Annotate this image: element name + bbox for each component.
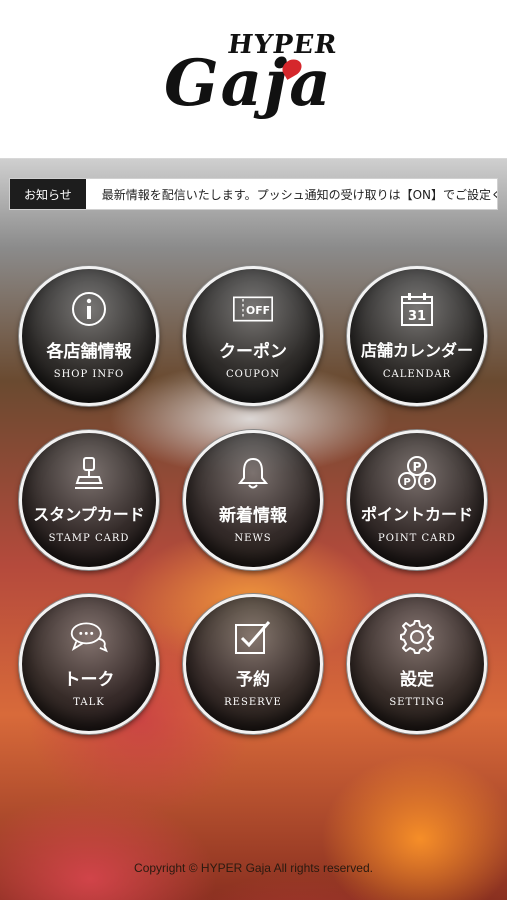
- calendar-icon: 31: [397, 291, 437, 327]
- chat-icon: [69, 619, 109, 655]
- talk-button[interactable]: トーク TALK: [19, 594, 159, 734]
- copyright-text: Copyright © HYPER Gaja All rights reserv…: [134, 861, 373, 875]
- coupon-icon: OFF: [233, 291, 273, 327]
- app-header: HYPER Gaja: [0, 0, 507, 159]
- point-icon-text: P: [413, 460, 422, 474]
- shop-info-sublabel: SHOP INFO: [53, 369, 125, 380]
- stamp-card-sublabel: STAMP CARD: [48, 533, 130, 544]
- reserve-button[interactable]: 予約 RESERVE: [183, 594, 323, 734]
- coupon-label: クーポン: [219, 342, 287, 362]
- news-label: 新着情報: [219, 506, 287, 526]
- coupon-sublabel: COUPON: [226, 369, 280, 380]
- stamp-card-label: スタンプカード: [33, 505, 145, 524]
- talk-label: トーク: [63, 670, 115, 690]
- news-ticker[interactable]: お知らせ 最新情報を配信いたします。プッシュ通知の受け取りは【ON】でご設定くだ…: [9, 178, 498, 210]
- point-icon-text: P: [403, 477, 410, 488]
- stamp-icon: [69, 455, 109, 491]
- point-card-sublabel: POINT CARD: [378, 533, 456, 544]
- news-tag: お知らせ: [10, 179, 86, 209]
- calendar-icon-text: 31: [408, 309, 426, 324]
- bell-icon: [233, 455, 273, 491]
- news-sublabel: NEWS: [234, 533, 272, 544]
- gear-icon: [397, 619, 437, 655]
- shop-info-button[interactable]: 各店舗情報 SHOP INFO: [19, 266, 159, 406]
- point-card-button[interactable]: PPP ポイントカード POINT CARD: [347, 430, 487, 570]
- checkbox-icon: [233, 619, 273, 655]
- calendar-sublabel: CALENDAR: [382, 369, 452, 380]
- point-icon-text: P: [423, 477, 430, 488]
- info-icon: [69, 291, 109, 327]
- coupon-icon-text: OFF: [246, 304, 270, 317]
- point-icon: PPP: [397, 455, 437, 491]
- setting-sublabel: SETTING: [389, 697, 445, 708]
- stamp-card-button[interactable]: スタンプカード STAMP CARD: [19, 430, 159, 570]
- calendar-button[interactable]: 31 店舗カレンダー CALENDAR: [347, 266, 487, 406]
- reserve-sublabel: RESERVE: [224, 697, 282, 708]
- logo-gaja-text: Gaja: [164, 46, 333, 121]
- calendar-label: 店舗カレンダー: [360, 341, 473, 360]
- news-button[interactable]: 新着情報 NEWS: [183, 430, 323, 570]
- setting-label: 設定: [400, 670, 434, 690]
- point-card-label: ポイントカード: [360, 505, 473, 524]
- talk-sublabel: TALK: [73, 697, 105, 708]
- reserve-label: 予約: [236, 670, 270, 690]
- shop-info-label: 各店舗情報: [46, 342, 132, 362]
- coupon-button[interactable]: OFF クーポン COUPON: [183, 266, 323, 406]
- setting-button[interactable]: 設定 SETTING: [347, 594, 487, 734]
- news-ticker-text: 最新情報を配信いたします。プッシュ通知の受け取りは【ON】でご設定ください。: [101, 187, 497, 202]
